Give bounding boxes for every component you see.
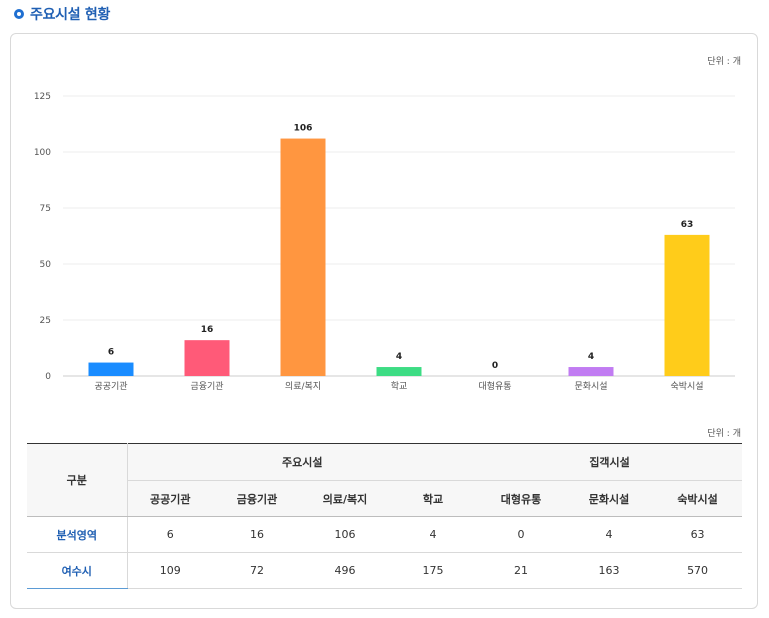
y-tick-label: 100 bbox=[34, 148, 51, 158]
data-label: 4 bbox=[588, 352, 594, 362]
table-cell: 6 bbox=[127, 516, 213, 553]
group-header-main: 주요시설 bbox=[127, 443, 478, 481]
table-cell: 63 bbox=[653, 516, 743, 553]
data-label: 0 bbox=[492, 361, 498, 371]
table-cell: 106 bbox=[301, 516, 389, 553]
table-cell: 72 bbox=[213, 552, 301, 589]
table-corner-header: 구분 bbox=[27, 443, 128, 517]
table-cell: 496 bbox=[301, 552, 389, 589]
x-tick-label: 공공기관 bbox=[94, 381, 127, 392]
bullet-circle-icon bbox=[14, 9, 24, 19]
table-cell: 570 bbox=[653, 552, 743, 589]
column-header: 숙박시설 bbox=[653, 480, 743, 517]
table-cell: 109 bbox=[127, 552, 213, 589]
x-tick-label: 의료/복지 bbox=[285, 381, 321, 392]
table-row: 여수시 109 72 496 175 21 163 570 bbox=[27, 552, 743, 589]
x-tick-label: 문화시설 bbox=[574, 381, 607, 392]
column-header: 공공기관 bbox=[127, 480, 213, 517]
y-tick-label: 0 bbox=[45, 372, 51, 382]
x-tick-label: 숙박시설 bbox=[670, 381, 703, 392]
data-label: 63 bbox=[681, 220, 694, 230]
table-cell: 21 bbox=[477, 552, 566, 589]
bar bbox=[568, 367, 614, 376]
data-label: 6 bbox=[108, 348, 114, 358]
y-tick-label: 125 bbox=[34, 92, 51, 102]
column-header: 문화시설 bbox=[565, 480, 654, 517]
table-cell: 4 bbox=[565, 516, 654, 553]
section-header: 주요시설 현황 bbox=[14, 4, 110, 24]
bar bbox=[184, 340, 230, 376]
data-label: 16 bbox=[201, 325, 214, 335]
table-cell: 4 bbox=[389, 516, 478, 553]
bar bbox=[280, 138, 326, 376]
data-label: 106 bbox=[294, 124, 313, 134]
y-tick-label: 50 bbox=[40, 260, 52, 270]
table-cell: 16 bbox=[213, 516, 301, 553]
section-title: 주요시설 현황 bbox=[30, 7, 111, 23]
facility-bar-chart: 0 25 50 75 100 125 6 공공기관 16 금융기관 106 의료/복지 4 학교 0 대형유통… bbox=[34, 92, 735, 392]
column-header: 의료/복지 bbox=[301, 480, 389, 517]
table-cell: 0 bbox=[477, 516, 566, 553]
bar bbox=[664, 234, 710, 376]
table-cell: 175 bbox=[389, 552, 478, 589]
group-header-crowd: 집객시설 bbox=[477, 443, 743, 481]
row-label: 여수시 bbox=[27, 552, 128, 589]
y-tick-label: 25 bbox=[40, 316, 51, 326]
table-row: 분석영역 6 16 106 4 0 4 63 bbox=[27, 516, 743, 553]
bar bbox=[88, 362, 134, 376]
table-cell: 163 bbox=[565, 552, 654, 589]
facility-table: 구분 주요시설 집객시설 공공기관 금융기관 의료/복지 학교 대형유통 문화시설 숙박시설… bbox=[27, 443, 743, 589]
x-tick-label: 학교 bbox=[391, 381, 408, 392]
table-unit-label: 단위 : 개 bbox=[707, 429, 741, 439]
column-header: 학교 bbox=[389, 480, 478, 517]
column-header: 대형유통 bbox=[477, 480, 566, 517]
row-label: 분석영역 bbox=[27, 516, 128, 553]
y-tick-label: 75 bbox=[40, 204, 51, 214]
x-tick-label: 금융기관 bbox=[190, 381, 223, 392]
x-tick-label: 대형유통 bbox=[478, 381, 511, 392]
data-label: 4 bbox=[396, 352, 402, 362]
bar bbox=[376, 367, 422, 376]
column-header: 금융기관 bbox=[213, 480, 301, 517]
